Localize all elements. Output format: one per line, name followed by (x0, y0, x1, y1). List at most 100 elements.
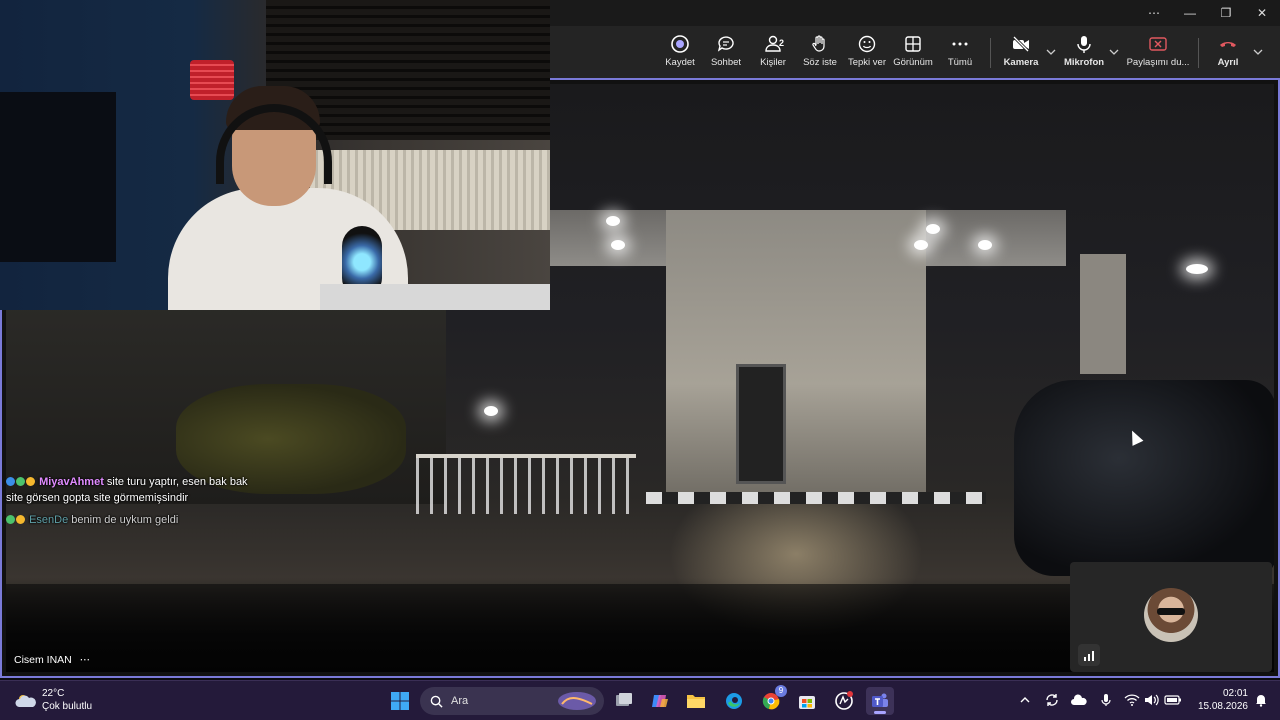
onedrive-button[interactable] (1070, 691, 1088, 709)
volume-button[interactable] (1142, 691, 1160, 709)
hang-up-icon (1220, 42, 1236, 47)
camera-options-chevron-icon[interactable] (1045, 46, 1057, 58)
chevron-up-icon (1020, 697, 1030, 703)
leave-options-chevron-icon[interactable] (1252, 46, 1264, 58)
weather-widget[interactable]: 22°C Çok bulutlu (14, 687, 92, 713)
parked-car (1014, 380, 1274, 576)
search-placeholder: Ara (451, 695, 469, 707)
ceiling-light (611, 240, 625, 250)
maximize-button[interactable]: ❐ (1208, 0, 1244, 26)
windows-logo-icon (391, 692, 409, 710)
cloud-icon (15, 695, 36, 707)
more-actions-button[interactable]: Tümü (936, 34, 984, 74)
screen: ⋯ — ❐ ✕ Kaydet Sohbet 2 Kişiler Söz iste… (0, 0, 1280, 720)
chat-username: MiyavAhmet (39, 476, 104, 488)
raise-hand-label: Söz iste (803, 57, 837, 68)
ceiling-light (606, 216, 620, 226)
chat-icon (717, 36, 734, 52)
react-button[interactable]: Tepki ver (843, 34, 891, 74)
stop-share-icon (1149, 37, 1167, 51)
wifi-icon (1124, 694, 1140, 706)
raise-hand-button[interactable]: Söz iste (796, 34, 844, 74)
ceiling-light (978, 240, 992, 250)
system-clock[interactable]: 02:01 15.08.2026 (1192, 687, 1248, 713)
grid-view-icon (905, 36, 921, 52)
edge-button[interactable] (720, 687, 748, 715)
ceiling-light (926, 224, 940, 234)
start-button[interactable] (386, 687, 414, 715)
mic-options-chevron-icon[interactable] (1108, 46, 1120, 58)
copilot-button[interactable] (646, 687, 674, 715)
search-icon (430, 695, 443, 708)
participant-name-tag: Cisem INAN ⋯ (14, 654, 91, 666)
window-controls: ⋯ — ❐ ✕ (1136, 0, 1280, 26)
teams-icon (872, 693, 888, 707)
chat-username: EsenDe (29, 514, 69, 526)
active-indicator (874, 711, 886, 714)
chat-button[interactable]: Sohbet (702, 34, 750, 74)
participant-name: Cisem INAN (14, 654, 72, 666)
wifi-button[interactable] (1123, 691, 1141, 709)
lamp-shade (190, 60, 234, 100)
microphone-icon (1077, 36, 1091, 53)
more-options-button[interactable]: ⋯ (1136, 0, 1172, 26)
badge-icon (26, 477, 35, 486)
notifications-button[interactable] (1252, 691, 1270, 709)
record-button[interactable]: Kaydet (656, 34, 704, 74)
badge-icon (6, 515, 15, 524)
street-light (484, 406, 498, 416)
teams-button[interactable] (866, 687, 894, 715)
people-button[interactable]: 2 Kişiler (749, 34, 797, 74)
battery-icon (1164, 695, 1181, 705)
sync-button[interactable] (1043, 691, 1061, 709)
leave-button[interactable]: Ayrıl (1204, 34, 1252, 74)
toolbar-divider (990, 38, 991, 68)
minimize-button[interactable]: — (1172, 0, 1208, 26)
avatar (1144, 588, 1198, 642)
cloud-sync-icon (1071, 694, 1087, 705)
participant-more-icon[interactable]: ⋯ (80, 654, 92, 666)
chat-text: benim de uykum geldi (71, 514, 179, 526)
weather-text: Çok bulutlu (42, 701, 93, 712)
raise-hand-icon (812, 35, 825, 52)
call-health-icon[interactable] (1078, 644, 1100, 666)
show-hidden-icons-button[interactable] (1016, 691, 1034, 709)
task-view-button[interactable] (610, 687, 638, 715)
chrome-badge: 9 (775, 685, 787, 697)
react-label: Tepki ver (847, 57, 886, 68)
edge-icon (726, 693, 742, 709)
ellipsis-icon (952, 42, 968, 46)
emoji-icon (858, 35, 876, 53)
store-icon (799, 696, 815, 709)
taskbar-search[interactable]: Ara (420, 687, 604, 715)
chrome-button[interactable]: 9 (757, 685, 787, 715)
battery-button[interactable] (1164, 691, 1182, 709)
badge-icon (6, 477, 15, 486)
people-count: 2 (779, 38, 785, 48)
mic-button[interactable]: Mikrofon (1060, 34, 1108, 74)
view-button[interactable]: Görünüm (889, 34, 937, 74)
search-highlight-icon (558, 692, 596, 710)
street-light (1186, 264, 1208, 274)
striped-curb (646, 492, 986, 504)
microphone-icon (1101, 694, 1111, 706)
record-label: Kaydet (665, 57, 695, 68)
guard-house (666, 210, 926, 500)
app-button[interactable] (830, 687, 858, 715)
camera-off-icon (1012, 35, 1030, 53)
toolbar-divider (1198, 38, 1199, 68)
sync-icon (1046, 694, 1058, 706)
close-button[interactable]: ✕ (1244, 0, 1280, 26)
record-icon (671, 35, 689, 53)
camera-label: Kamera (1003, 57, 1039, 68)
speaker-icon (1145, 694, 1159, 706)
file-explorer-button[interactable] (682, 687, 710, 715)
stop-sharing-button[interactable]: Paylaşımı du... (1127, 34, 1189, 74)
microphone-tray-button[interactable] (1097, 691, 1115, 709)
store-button[interactable] (793, 687, 821, 715)
self-view-tile[interactable] (1070, 562, 1272, 672)
ceiling-light (914, 240, 928, 250)
camera-button[interactable]: Kamera (997, 34, 1045, 74)
background-tv (0, 92, 116, 262)
desk (320, 284, 550, 310)
